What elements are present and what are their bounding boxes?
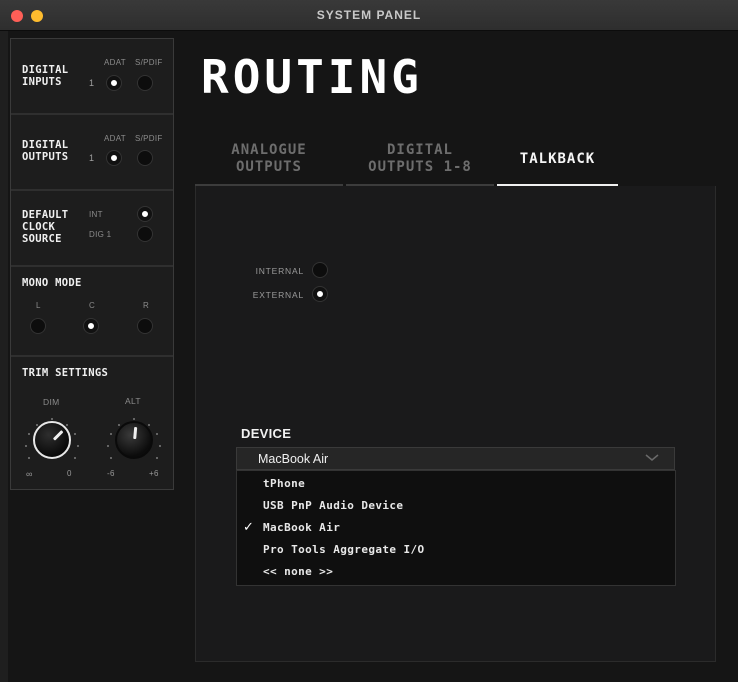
- device-option-none[interactable]: << none >>: [263, 565, 333, 578]
- trim-settings-section: TRIM SETTINGS DIM ALT ∞ 0 -6 +6: [11, 357, 173, 489]
- mono-mode-c-label: C: [89, 301, 96, 310]
- device-select-value: MacBook Air: [258, 452, 329, 466]
- digital-inputs-adat-radio[interactable]: [106, 75, 122, 91]
- device-option-usb-pnp[interactable]: USB PnP Audio Device: [263, 499, 403, 512]
- digital-outputs-adat-radio[interactable]: [106, 150, 122, 166]
- digital-inputs-spdif-radio[interactable]: [137, 75, 153, 91]
- page-title: ROUTING: [201, 50, 423, 104]
- mono-mode-r-radio[interactable]: [137, 318, 153, 334]
- alt-min-label: -6: [107, 469, 115, 478]
- digital-outputs-spdif-label: S/PDIF: [135, 134, 163, 143]
- digital-outputs-adat-label: ADAT: [104, 134, 126, 143]
- digital-outputs-row-label: 1: [89, 153, 95, 163]
- device-dropdown-menu: tPhone USB PnP Audio Device ✓ MacBook Ai…: [236, 470, 676, 586]
- device-option-pro-tools[interactable]: Pro Tools Aggregate I/O: [263, 543, 425, 556]
- external-radio[interactable]: [312, 286, 328, 302]
- checkmark-icon: ✓: [243, 520, 254, 535]
- alt-label: ALT: [125, 396, 141, 406]
- clock-source-label: DEFAULT CLOCK SOURCE: [22, 209, 69, 245]
- device-label: DEVICE: [241, 426, 292, 441]
- dim-knob[interactable]: [33, 421, 71, 459]
- dim-min-label: ∞: [26, 469, 33, 479]
- sidebar: DIGITAL INPUTS ADAT S/PDIF 1 DIGITAL OUT…: [10, 38, 174, 490]
- mono-mode-l-radio[interactable]: [30, 318, 46, 334]
- mono-mode-l-label: L: [36, 301, 41, 310]
- device-option-macbook-air[interactable]: MacBook Air: [263, 521, 340, 534]
- internal-label: INTERNAL: [255, 266, 304, 276]
- alt-max-label: +6: [149, 469, 159, 478]
- clock-source-dig1-radio[interactable]: [137, 226, 153, 242]
- mono-mode-c-radio[interactable]: [83, 318, 99, 334]
- external-label: EXTERNAL: [252, 290, 304, 300]
- tab-talkback[interactable]: TALKBACK: [497, 142, 618, 186]
- chevron-down-icon: [644, 452, 660, 465]
- clock-source-dig1-label: DIG 1: [89, 230, 112, 239]
- digital-inputs-label: DIGITAL INPUTS: [22, 64, 69, 88]
- dim-label: DIM: [43, 397, 60, 407]
- trim-settings-label: TRIM SETTINGS: [22, 367, 109, 379]
- mono-mode-r-label: R: [143, 301, 150, 310]
- talkback-panel: [195, 186, 716, 662]
- digital-outputs-spdif-radio[interactable]: [137, 150, 153, 166]
- digital-outputs-label: DIGITAL OUTPUTS: [22, 139, 69, 163]
- alt-knob[interactable]: [115, 421, 153, 459]
- device-option-tphone[interactable]: tPhone: [263, 477, 305, 490]
- mono-mode-section: MONO MODE L C R: [11, 267, 173, 357]
- left-edge: [0, 31, 8, 682]
- tab-digital-outputs[interactable]: DIGITAL OUTPUTS 1-8: [346, 142, 494, 186]
- clock-source-int-radio[interactable]: [137, 206, 153, 222]
- device-select[interactable]: MacBook Air: [236, 447, 675, 470]
- mono-mode-label: MONO MODE: [22, 277, 82, 289]
- digital-inputs-row-label: 1: [89, 78, 95, 88]
- tab-analogue-outputs[interactable]: ANALOGUE OUTPUTS: [195, 142, 343, 186]
- digital-outputs-section: DIGITAL OUTPUTS ADAT S/PDIF 1: [11, 115, 173, 191]
- clock-source-section: DEFAULT CLOCK SOURCE INT DIG 1: [11, 191, 173, 267]
- digital-inputs-spdif-label: S/PDIF: [135, 58, 163, 67]
- digital-inputs-section: DIGITAL INPUTS ADAT S/PDIF 1: [11, 39, 173, 115]
- dim-max-label: 0: [67, 469, 72, 478]
- window-title: SYSTEM PANEL: [316, 8, 422, 22]
- title-bar: SYSTEM PANEL: [0, 0, 738, 31]
- clock-source-int-label: INT: [89, 210, 103, 219]
- digital-inputs-adat-label: ADAT: [104, 58, 126, 67]
- internal-radio[interactable]: [312, 262, 328, 278]
